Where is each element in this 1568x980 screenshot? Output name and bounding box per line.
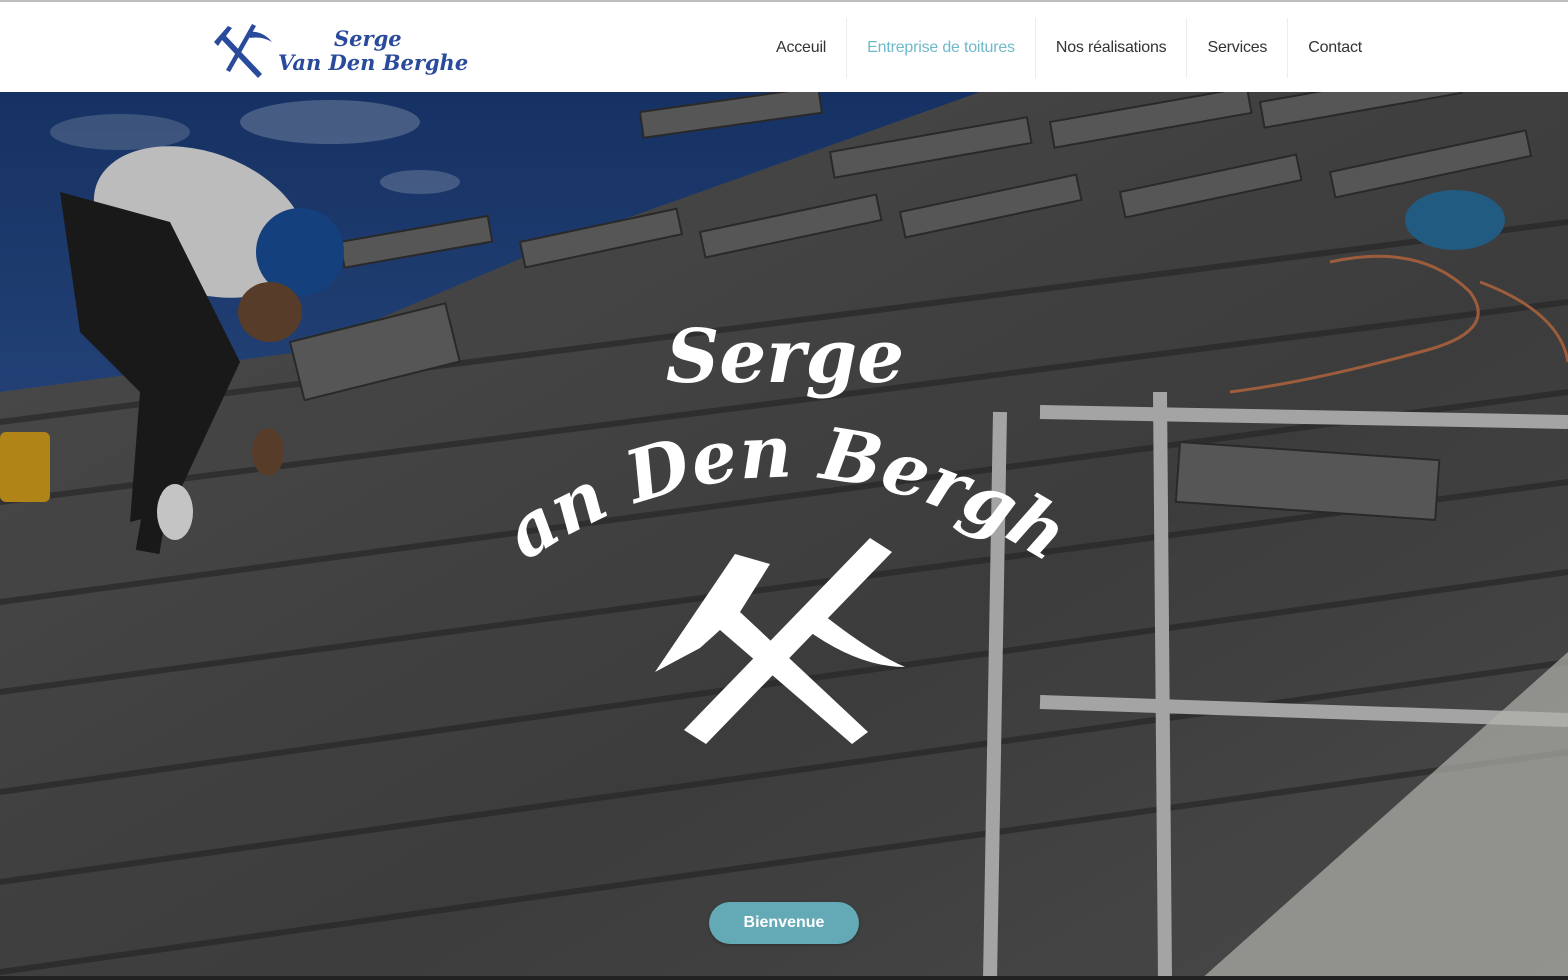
logo-name-last: Van Den Berghe: [278, 50, 469, 75]
crossed-hammers-icon: [655, 538, 905, 744]
hero-banner: Serge Van Den Berghe Bienvenue: [0, 92, 1568, 980]
welcome-button[interactable]: Bienvenue: [709, 902, 859, 944]
main-nav: Acceuil Entreprise de toitures Nos réali…: [756, 18, 1382, 78]
nav-item-nos-realisations[interactable]: Nos réalisations: [1034, 18, 1187, 78]
nav-item-acceuil[interactable]: Acceuil: [756, 18, 846, 78]
nav-item-contact[interactable]: Contact: [1287, 18, 1382, 78]
logo-name-first: Serge: [334, 26, 402, 51]
hero-title-first: Serge: [666, 314, 904, 400]
nav-item-services[interactable]: Services: [1186, 18, 1287, 78]
page-bottom-edge: [0, 976, 1568, 980]
hero-emblem: Serge Van Den Berghe: [0, 92, 1082, 744]
crossed-hammers-icon: [214, 24, 272, 78]
nav-item-entreprise-de-toitures[interactable]: Entreprise de toitures: [846, 18, 1035, 78]
site-logo[interactable]: Serge Van Den Berghe: [212, 20, 468, 80]
site-header: Serge Van Den Berghe Acceuil Entreprise …: [0, 2, 1568, 92]
hero-title-last: Van Den Berghe: [0, 92, 1082, 577]
